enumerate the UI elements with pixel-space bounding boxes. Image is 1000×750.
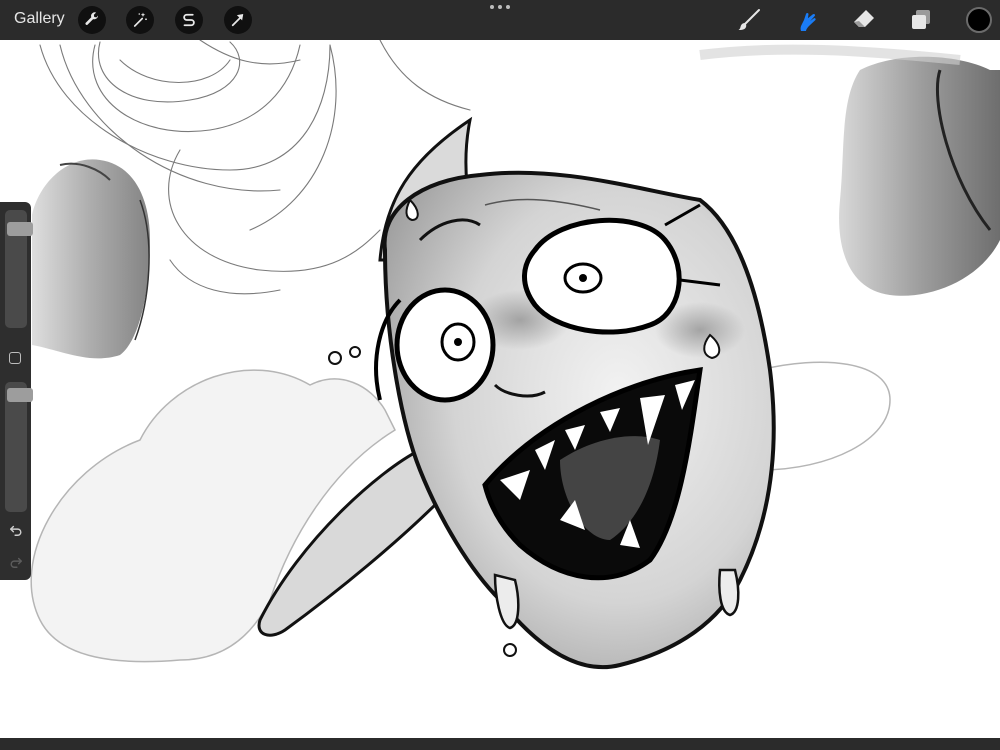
dot <box>498 5 502 9</box>
left-fist <box>32 159 150 359</box>
bottom-bar <box>0 738 1000 750</box>
undo-button[interactable] <box>6 520 26 540</box>
artwork <box>30 39 1000 670</box>
redo-button[interactable] <box>6 552 26 572</box>
gallery-button[interactable]: Gallery <box>14 10 65 28</box>
dot <box>490 5 494 9</box>
brush-size-thumb[interactable] <box>7 222 33 236</box>
top-toolbar: Gallery <box>0 0 1000 40</box>
brush-opacity-slider[interactable] <box>5 382 33 512</box>
brush-size-slider[interactable] <box>5 210 33 328</box>
arrow-cursor-icon <box>231 14 244 27</box>
selection-s-icon <box>183 13 195 27</box>
undo-arrow-icon <box>10 525 22 536</box>
dot <box>506 5 510 9</box>
more-options-dots[interactable] <box>490 2 510 12</box>
color-picker-swatch[interactable] <box>966 7 992 33</box>
brush-opacity-thumb[interactable] <box>7 388 33 402</box>
transform-button[interactable] <box>224 6 252 34</box>
redo-arrow-icon <box>10 557 22 568</box>
adjustments-wand-button[interactable] <box>126 6 154 34</box>
drawing-canvas[interactable] <box>0 39 1000 738</box>
paint-brush-button[interactable] <box>734 5 764 35</box>
brush-icon <box>738 9 760 30</box>
actions-wrench-button[interactable] <box>78 6 106 34</box>
smudge-button[interactable] <box>791 5 821 35</box>
layers-button[interactable] <box>906 5 936 35</box>
selection-button[interactable] <box>175 6 203 34</box>
brush-sidebar <box>0 202 33 580</box>
wrench-icon <box>85 12 99 25</box>
layers-icon <box>912 10 930 29</box>
smudge-finger-icon <box>800 12 816 31</box>
eraser-button[interactable] <box>849 5 879 35</box>
magic-wand-icon <box>133 12 147 27</box>
eraser-icon <box>854 10 874 27</box>
right-fist <box>839 56 1000 296</box>
modify-button[interactable] <box>9 352 21 364</box>
